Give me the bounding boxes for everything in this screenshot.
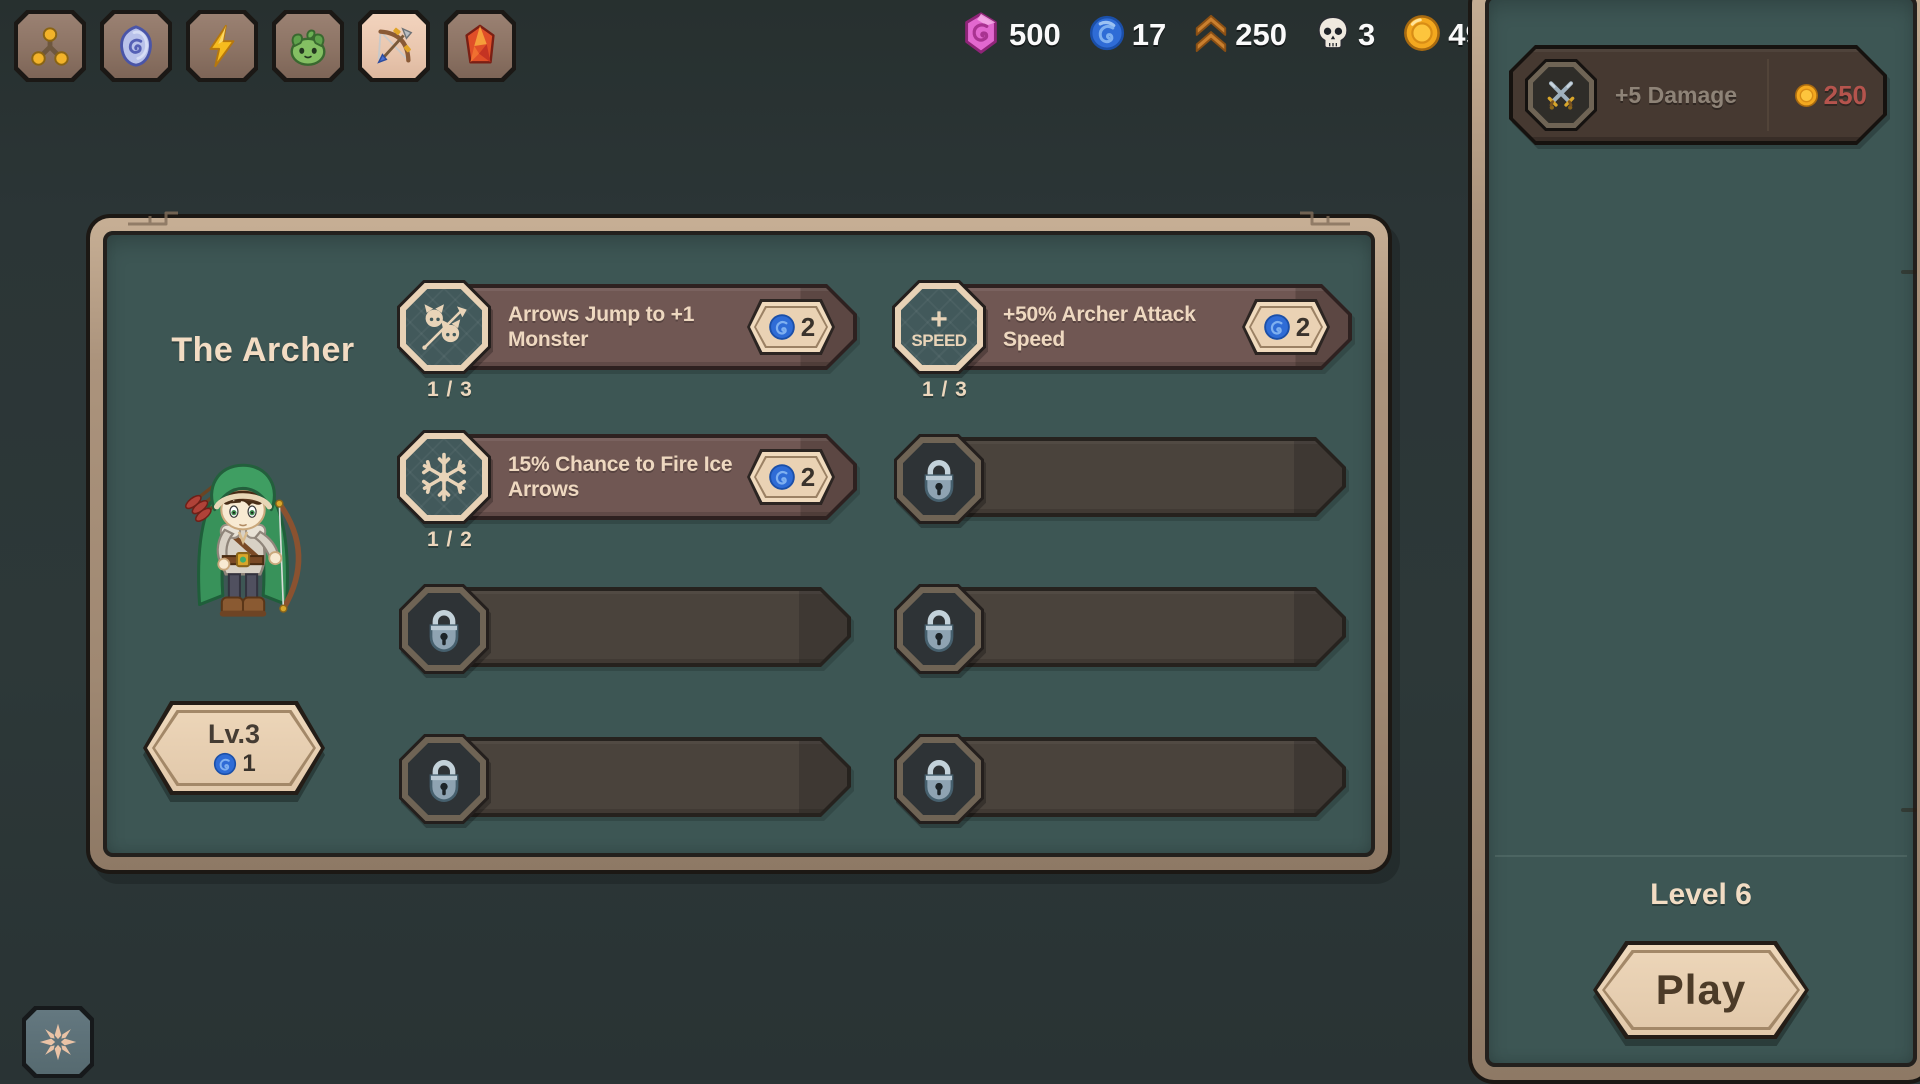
game-screen: 500 17 250	[0, 0, 1920, 1080]
upgrade-locked	[892, 430, 1352, 526]
upgrade-progress: 1 / 3	[922, 378, 968, 402]
tab-lightning[interactable]	[186, 10, 258, 82]
upgrade-bar[interactable]: 15% Chance to Fire Ice Arrows	[444, 434, 857, 520]
upgrade-locked	[892, 580, 1352, 676]
arrow-pierce-icon	[397, 280, 491, 374]
upgrade-progress: 1 / 2	[427, 528, 473, 552]
skull-icon	[1313, 13, 1353, 58]
lock-badge	[894, 734, 984, 824]
shop-panel: +5 Damage 250 Level 6	[1468, 0, 1920, 1084]
shop-item-icon-badge	[1525, 59, 1597, 131]
upgrade-icon-badge: + SPEED	[892, 280, 986, 374]
upgrade-bar[interactable]: +50% Archer Attack Speed	[939, 284, 1352, 370]
level-label: Level 6	[1485, 878, 1917, 912]
level-button-cost: 1	[242, 750, 255, 778]
currency-upgrades: 250	[1192, 12, 1287, 59]
upgrade-cost: 2	[801, 312, 815, 343]
bow-icon	[358, 10, 430, 82]
lock-icon	[894, 734, 984, 824]
upgrade-count: 250	[1235, 17, 1287, 53]
blue-orb-icon	[767, 312, 797, 342]
blue-orb-icon	[767, 462, 797, 492]
upgrade-progress: 1 / 3	[427, 378, 473, 402]
currency-bar: 500 17 250	[958, 12, 1483, 58]
frame-ornament	[1282, 208, 1352, 228]
upgrade-chevron-icon	[1192, 12, 1230, 59]
skull-count: 3	[1358, 17, 1375, 53]
upgrade-icon-badge	[397, 280, 491, 374]
lock-badge	[894, 584, 984, 674]
upgrade-label: Arrows Jump to +1 Monster	[508, 284, 760, 370]
upgrade-cost-button[interactable]: 2	[747, 299, 835, 355]
tab-monster[interactable]	[272, 10, 344, 82]
frame-seam	[1901, 270, 1917, 274]
upgrade-label: 15% Chance to Fire Ice Arrows	[508, 434, 748, 520]
hero-panel-body: The Archer	[103, 231, 1375, 857]
lock-icon	[399, 584, 489, 674]
frame-ornament	[126, 208, 196, 228]
snowflake-icon	[397, 430, 491, 524]
currency-orbs: 17	[1087, 13, 1166, 58]
upgrade-cost: 2	[1296, 312, 1310, 343]
lock-icon	[894, 434, 984, 524]
archer-character-art	[158, 441, 328, 653]
gold-coin-icon	[1793, 82, 1820, 109]
divider	[1767, 59, 1769, 131]
shop-item-cost: 250	[1793, 45, 1867, 145]
slime-icon	[272, 10, 344, 82]
tab-rune[interactable]	[100, 10, 172, 82]
upgrade-icon-badge	[397, 430, 491, 524]
level-up-button[interactable]: Lv.3 1	[143, 701, 325, 795]
shop-item-label: +5 Damage	[1615, 45, 1737, 145]
shop-panel-body: +5 Damage 250 Level 6	[1485, 0, 1917, 1067]
blue-orb-icon	[1087, 13, 1127, 58]
lock-icon	[894, 584, 984, 674]
lock-badge	[399, 734, 489, 824]
upgrade-attack-speed[interactable]: +50% Archer Attack Speed	[892, 280, 1352, 376]
orb-count: 17	[1132, 17, 1166, 53]
blue-orb-icon	[1262, 312, 1292, 342]
star-burst-icon	[22, 1006, 94, 1078]
play-button-label: Play	[1656, 966, 1746, 1014]
upgrade-label: +50% Archer Attack Speed	[1003, 284, 1255, 370]
upgrade-cost-button[interactable]: 2	[747, 449, 835, 505]
skill-tree-icon	[14, 10, 86, 82]
gem-count: 500	[1009, 17, 1061, 53]
tab-archer[interactable]	[358, 10, 430, 82]
currency-skulls: 3	[1313, 13, 1375, 58]
attack-speed-icon: + SPEED	[892, 280, 986, 374]
upgrade-cost: 2	[801, 462, 815, 493]
upgrade-locked	[397, 580, 857, 676]
currency-gems: 500	[958, 10, 1061, 61]
upgrade-locked	[397, 730, 857, 826]
pink-gem-icon	[958, 10, 1004, 61]
upgrade-arrows-jump[interactable]: Arrows Jump to +1 Monster	[397, 280, 857, 376]
gold-coin-icon	[1401, 12, 1443, 59]
hero-panel-frame: The Archer	[90, 218, 1388, 870]
lock-badge	[399, 584, 489, 674]
hero-title: The Archer	[123, 331, 403, 370]
frame-seam	[1901, 808, 1917, 812]
divider	[1495, 855, 1907, 857]
rune-stone-icon	[100, 10, 172, 82]
tab-crystal[interactable]	[444, 10, 516, 82]
upgrade-ice-arrows[interactable]: 15% Chance to Fire Ice Arrows	[397, 430, 857, 526]
upgrade-cost-button[interactable]: 2	[1242, 299, 1330, 355]
lock-badge	[894, 434, 984, 524]
crystal-icon	[444, 10, 516, 82]
blue-orb-icon	[212, 751, 238, 777]
tab-skill-tree[interactable]	[14, 10, 86, 82]
lock-icon	[399, 734, 489, 824]
upgrade-locked	[892, 730, 1352, 826]
hero-panel: The Archer	[86, 214, 1392, 874]
effects-button[interactable]	[22, 1006, 94, 1078]
shop-item-damage[interactable]: +5 Damage 250	[1509, 45, 1887, 145]
play-button[interactable]: Play	[1593, 941, 1809, 1039]
upgrade-bar[interactable]: Arrows Jump to +1 Monster	[444, 284, 857, 370]
crossed-swords-icon	[1525, 59, 1597, 131]
lightning-icon	[186, 10, 258, 82]
level-button-label: Lv.3	[208, 719, 260, 750]
